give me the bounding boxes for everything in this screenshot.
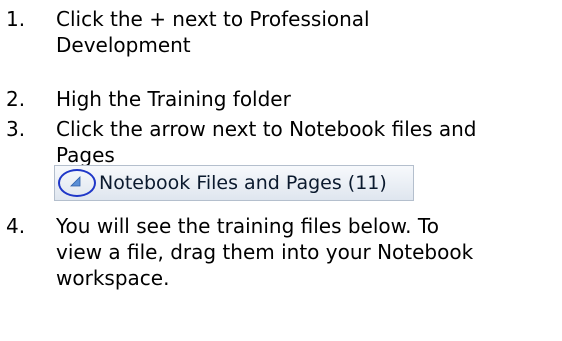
step-line: High the Training folder bbox=[56, 87, 291, 111]
step-text: You will see the training files below. T… bbox=[56, 213, 473, 291]
step-line: You will see the training files below. T… bbox=[56, 214, 439, 238]
step-line: Click the arrow next to Notebook files a… bbox=[56, 117, 477, 141]
step-line: Click the + next to Professional bbox=[56, 7, 370, 31]
step-line: view a file, drag them into your Noteboo… bbox=[56, 240, 474, 264]
step-number: 1. bbox=[6, 7, 26, 31]
pane-header-label: Notebook Files and Pages (11) bbox=[99, 172, 387, 194]
step-line: workspace. bbox=[56, 266, 170, 290]
step-text: Click the arrow next to Notebook files a… bbox=[56, 116, 476, 168]
step-number: 4. bbox=[6, 214, 26, 238]
step-number: 3. bbox=[6, 117, 26, 141]
step-text: High the Training folder bbox=[56, 86, 291, 112]
step-number: 2. bbox=[6, 87, 26, 111]
notebook-files-pane-header[interactable]: Notebook Files and Pages (11) bbox=[54, 165, 414, 201]
step-text: Click the + next to Professional Develop… bbox=[56, 6, 370, 58]
expand-arrow-icon[interactable] bbox=[70, 176, 82, 188]
step-line: Development bbox=[56, 33, 191, 57]
